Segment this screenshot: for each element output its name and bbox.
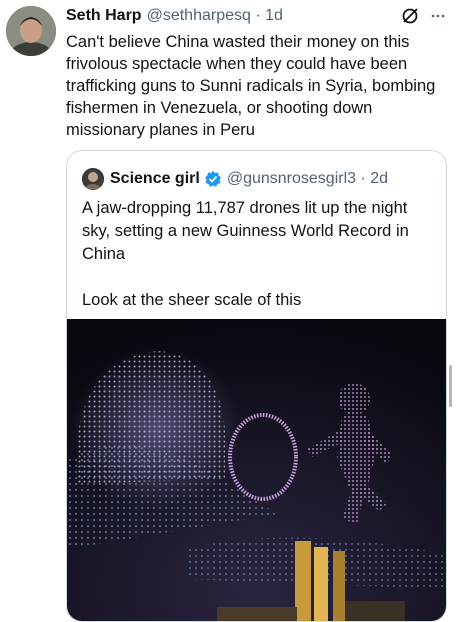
quote-author-name[interactable]: Science girl [110, 170, 200, 188]
tweet-header: Seth Harp @sethharpesq · 1d [66, 6, 446, 26]
scrollbar[interactable] [449, 365, 452, 407]
author-name[interactable]: Seth Harp [66, 7, 142, 25]
quote-paragraph: Look at the sheer scale of this [82, 291, 302, 309]
author-handle[interactable]: @sethharpesq · 1d [147, 7, 283, 25]
quote-text: A jaw-dropping 11,787 drones lit up the … [82, 197, 427, 312]
quote-header: Science girl @gunsnrosesgirl3 · 2d [82, 168, 436, 190]
quote-time: 2d [370, 170, 389, 187]
quoted-tweet[interactable]: Science girl @gunsnrosesgirl3 · 2d A jaw… [66, 150, 447, 622]
tweet-text: Can't believe China wasted their money o… [66, 33, 436, 139]
tweet-time: 1d [265, 7, 283, 24]
quote-paragraph: A jaw-dropping 11,787 drones lit up the … [82, 199, 409, 263]
more-icon[interactable] [430, 8, 446, 29]
grok-icon[interactable] [400, 6, 420, 31]
quote-avatar[interactable] [82, 168, 104, 190]
quote-author-handle[interactable]: @gunsnrosesgirl3 · 2d [227, 170, 388, 188]
drone-show-image[interactable] [67, 319, 446, 621]
author-avatar[interactable] [6, 6, 56, 56]
verified-badge-icon [204, 170, 222, 188]
